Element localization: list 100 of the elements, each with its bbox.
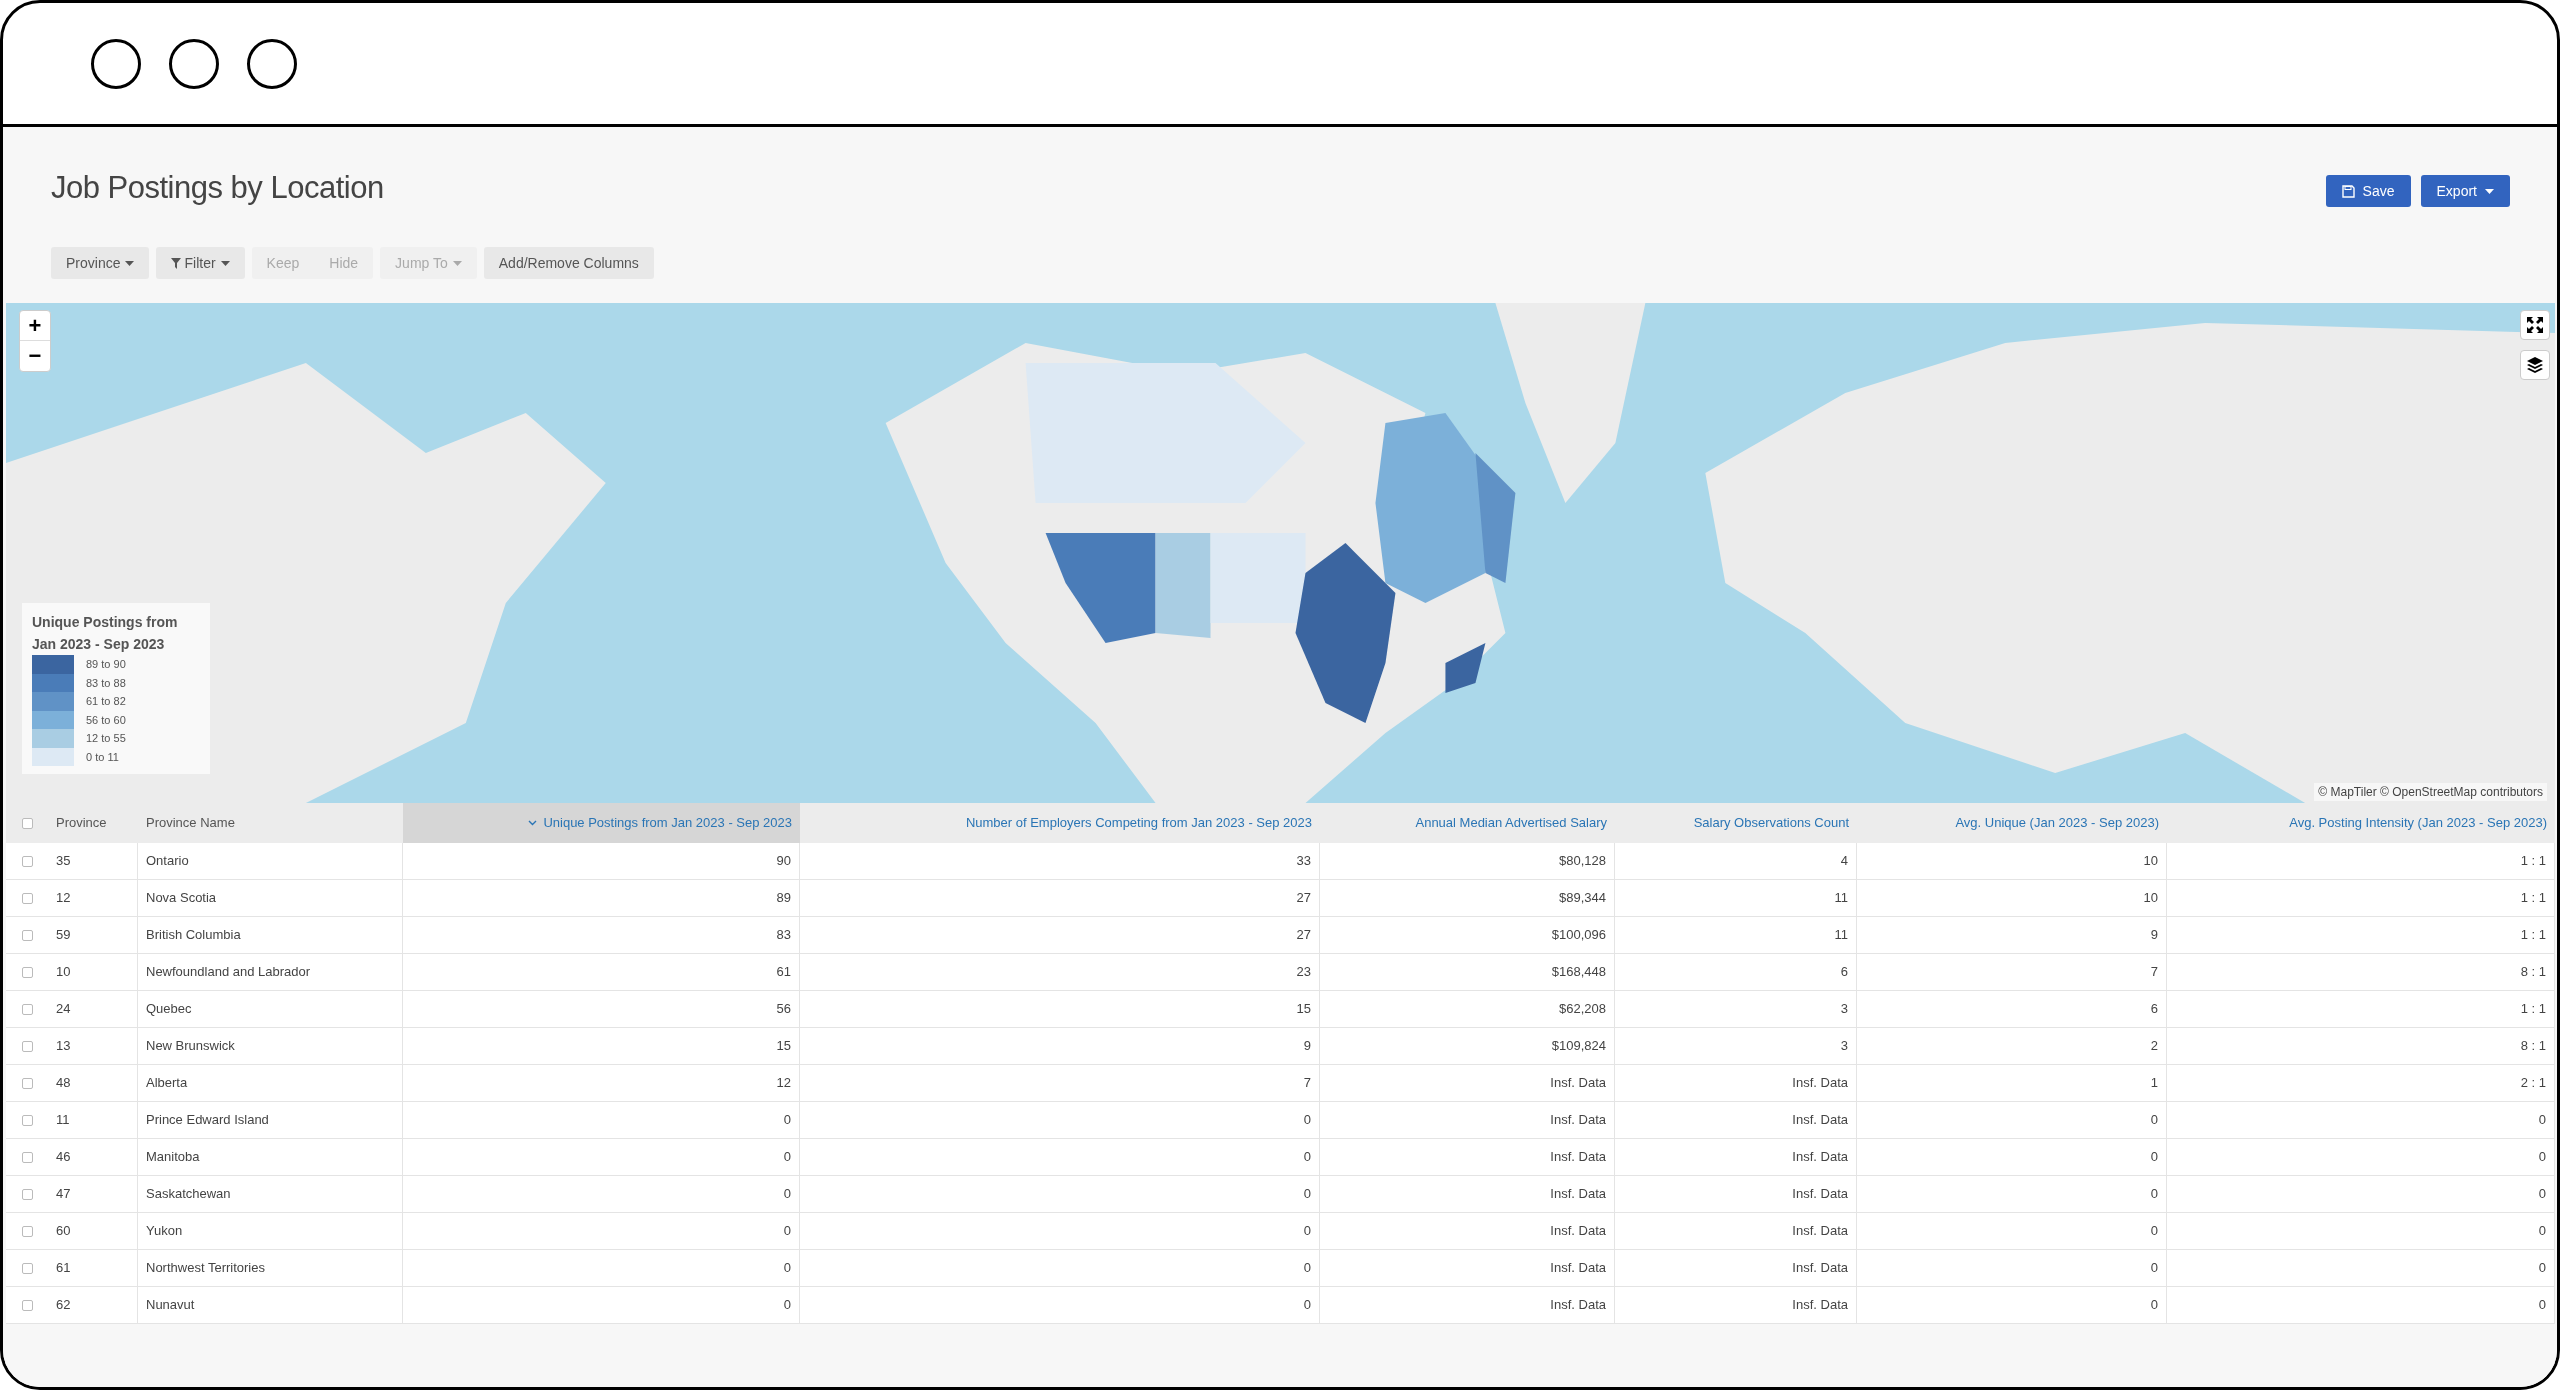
window-control[interactable] [169,38,219,89]
chevron-down-icon [528,820,538,826]
save-button[interactable]: Save [2325,175,2411,207]
column-header[interactable]: Salary Observations Count [1615,803,1857,843]
caret-icon [125,260,135,266]
table-cell: 2 : 1 [2167,1065,2555,1101]
funnel-icon [171,257,182,269]
row-checkbox[interactable] [21,892,33,904]
table-cell: 0 [1857,1102,2167,1138]
column-header[interactable]: Avg. Unique (Jan 2023 - Sep 2023) [1857,803,2167,843]
row-checkbox[interactable] [21,1188,33,1200]
column-header[interactable]: Avg. Posting Intensity (Jan 2023 - Sep 2023) [2167,803,2555,843]
table-cell: 61 [48,1250,138,1286]
table-cell: 11 [1615,880,1857,916]
table-cell: 6 [1857,991,2167,1027]
column-header[interactable]: Number of Employers Competing from Jan 2023 - Sep 2023 [800,803,1320,843]
table-cell: 24 [48,991,138,1027]
table-cell: 0 [800,1287,1320,1323]
table-cell: 10 [1857,843,2167,879]
row-checkbox[interactable] [21,1151,33,1163]
table-cell: Insf. Data [1320,1102,1615,1138]
expand-arrows-icon [2526,316,2544,334]
table-cell: Insf. Data [1320,1139,1615,1175]
table-cell: 83 [403,917,800,953]
toolbar-button[interactable]: Add/Remove Columns [483,247,654,279]
table-cell: 59 [48,917,138,953]
table-cell: New Brunswick [138,1028,403,1064]
table-cell: 48 [48,1065,138,1101]
legend-title: Unique Postings from Jan 2023 - Sep 2023 [32,613,179,654]
table-cell: 90 [403,843,800,879]
table-cell: $100,096 [1320,917,1615,953]
row-checkbox[interactable] [21,929,33,941]
table-cell: Insf. Data [1320,1176,1615,1212]
row-checkbox[interactable] [21,855,33,867]
legend-label: 89 to 90 [86,657,126,672]
table-cell: 0 [1857,1250,2167,1286]
table-cell: Yukon [138,1213,403,1249]
row-checkbox[interactable] [21,817,33,829]
window-control[interactable] [91,38,141,89]
table-cell: Alberta [138,1065,403,1101]
column-header[interactable]: Annual Median Advertised Salary [1320,803,1615,843]
table-cell: 0 [2167,1287,2555,1323]
table-cell: Insf. Data [1615,1213,1857,1249]
row-checkbox[interactable] [21,1040,33,1052]
table-cell: 3 [1615,1028,1857,1064]
caret-icon [220,260,230,266]
table-cell: 11 [48,1102,138,1138]
table-cell: British Columbia [138,917,403,953]
table-cell: Insf. Data [1320,1250,1615,1286]
table-cell: 47 [48,1176,138,1212]
layers-button[interactable] [2520,350,2550,380]
table-cell: Insf. Data [1615,1176,1857,1212]
column-header[interactable]: Province Name [138,803,403,843]
table-cell: 1 : 1 [2167,991,2555,1027]
legend-label: 12 to 55 [86,731,126,746]
attribution-text: © MapTiler © OpenStreetMap contributors [2314,783,2547,801]
table-cell: Insf. Data [1615,1102,1857,1138]
row-checkbox[interactable] [21,1225,33,1237]
table-cell: 0 [2167,1213,2555,1249]
table-cell: Prince Edward Island [138,1102,403,1138]
table-cell: 12 [48,880,138,916]
caret-icon [2485,188,2494,194]
table-cell: Insf. Data [1320,1213,1615,1249]
dropdown-button[interactable]: Province [51,247,150,279]
column-header[interactable]: Unique Postings from Jan 2023 - Sep 2023 [403,803,800,843]
export-button[interactable]: Export [2420,175,2510,207]
table-cell: Quebec [138,991,403,1027]
row-checkbox[interactable] [21,1003,33,1015]
table-cell: 11 [1615,917,1857,953]
table-cell: Insf. Data [1320,1065,1615,1101]
filter-button[interactable]: Filter [156,247,245,279]
table-cell: 0 [2167,1139,2555,1175]
row-checkbox[interactable] [21,1077,33,1089]
zoom-in-button[interactable]: + [20,311,50,341]
table-cell: Insf. Data [1320,1287,1615,1323]
table-cell: Manitoba [138,1139,403,1175]
row-checkbox[interactable] [21,966,33,978]
table-cell: 9 [800,1028,1320,1064]
fullscreen-button[interactable] [2520,310,2550,340]
caret-icon [452,260,462,266]
window-control[interactable] [247,38,297,89]
zoom-out-button[interactable]: − [20,341,50,371]
table-cell: 0 [1857,1176,2167,1212]
row-checkbox[interactable] [21,1114,33,1126]
table-cell: $62,208 [1320,991,1615,1027]
table-cell: 0 [403,1250,800,1286]
row-checkbox[interactable] [21,1299,33,1311]
table-cell: 0 [1857,1139,2167,1175]
table-cell: 23 [800,954,1320,990]
table-cell: 89 [403,880,800,916]
table-cell: Nunavut [138,1287,403,1323]
row-checkbox[interactable] [21,1262,33,1274]
table-cell: 15 [403,1028,800,1064]
table-cell: 0 [403,1102,800,1138]
table-cell: Ontario [138,843,403,879]
column-header[interactable]: Province [48,803,138,843]
legend-label: 56 to 60 [86,712,126,728]
table-cell: 0 [2167,1176,2555,1212]
table-cell: 46 [48,1139,138,1175]
table-cell: Insf. Data [1615,1287,1857,1323]
